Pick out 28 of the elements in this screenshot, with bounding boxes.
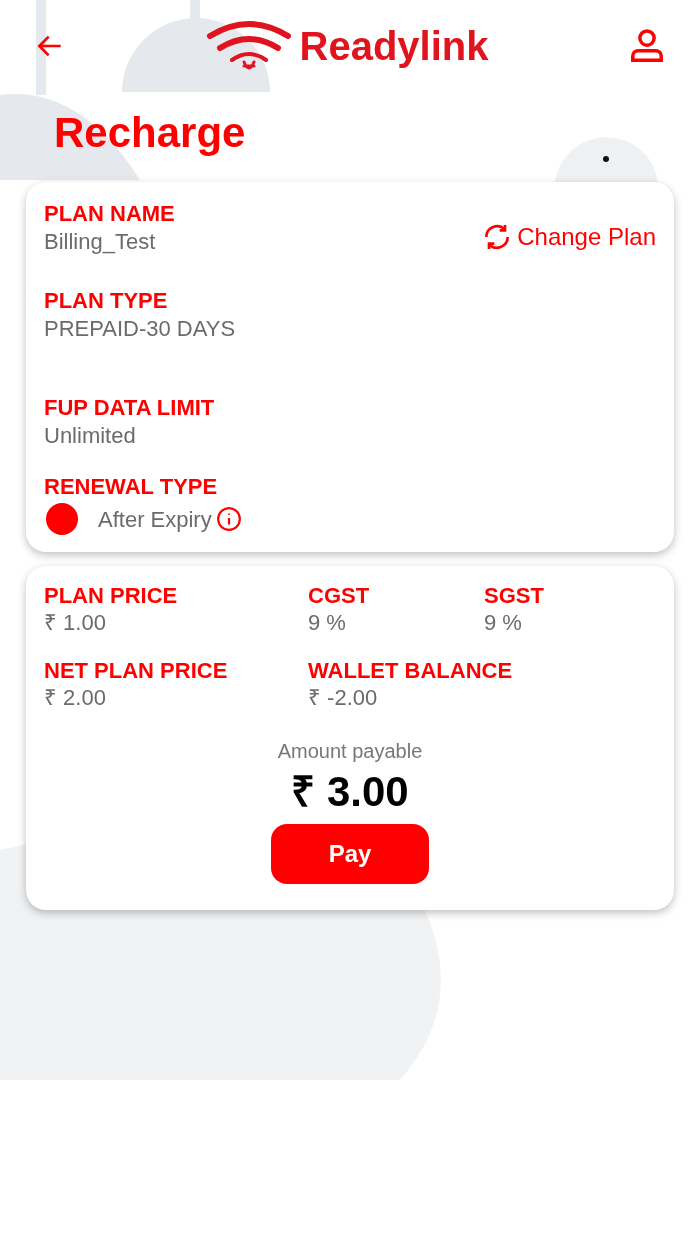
- field-label: CGST: [308, 581, 370, 609]
- field-label: FUP DATA LIMIT: [44, 394, 215, 422]
- field-value: Unlimited: [44, 421, 136, 449]
- amount-label: Amount payable: [277, 738, 423, 764]
- user-icon: [628, 27, 666, 65]
- pay-button[interactable]: Pay: [271, 824, 429, 884]
- profile-button[interactable]: [628, 27, 666, 65]
- field-value: ₹ -2.00: [308, 684, 378, 712]
- radio-button[interactable]: [46, 503, 78, 535]
- field-label: WALLET BALANCE: [308, 656, 513, 684]
- field-value: ₹ 2.00: [44, 684, 106, 712]
- change-plan-button[interactable]: Change Plan: [481, 219, 656, 255]
- amount-value: ₹ 3.00: [291, 766, 409, 817]
- field-label: RENEWAL TYPE: [44, 473, 219, 501]
- field-value: ₹ 1.00: [44, 609, 106, 637]
- field-value: 9 %: [484, 609, 522, 637]
- field-label: NET PLAN PRICE: [44, 656, 228, 684]
- renewal-option-label: After Expiry: [98, 505, 212, 534]
- brand-name: Readylink: [299, 26, 489, 66]
- field-value: Billing_Test: [44, 227, 156, 255]
- field-value: 9 %: [308, 609, 346, 637]
- field-label: PLAN NAME: [44, 200, 175, 228]
- field-value: PREPAID-30 DAYS: [44, 314, 236, 342]
- field-label: PLAN TYPE: [44, 287, 168, 315]
- field-label: SGST: [484, 581, 544, 609]
- info-icon[interactable]: [215, 506, 242, 532]
- page-title: Recharge: [54, 112, 247, 154]
- field-label: PLAN PRICE: [44, 581, 178, 609]
